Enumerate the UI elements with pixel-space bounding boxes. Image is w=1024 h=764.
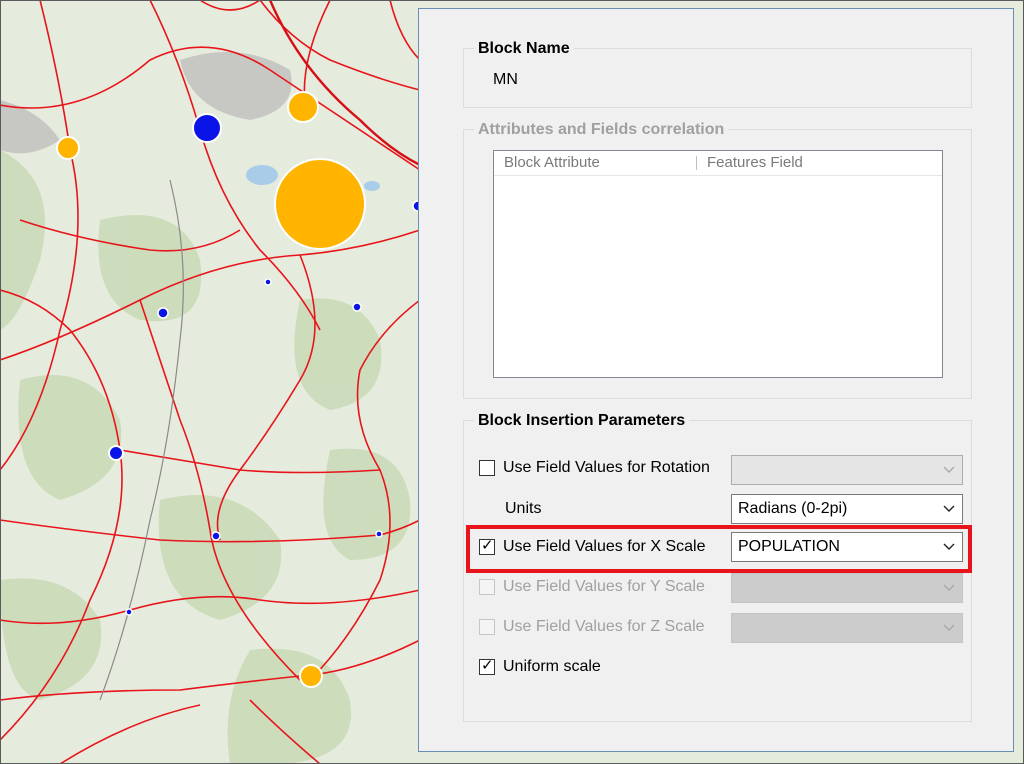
units-label: Units xyxy=(505,500,542,517)
rotation-checkbox[interactable] xyxy=(479,460,495,476)
uniform-scale-label: Uniform scale xyxy=(503,658,601,675)
z-scale-combo[interactable] xyxy=(731,613,963,643)
large-symbol xyxy=(274,158,366,250)
y-scale-label: Use Field Values for Y Scale xyxy=(503,578,705,595)
rotation-label: Use Field Values for Rotation xyxy=(503,459,710,476)
small-symbol xyxy=(264,278,272,286)
rotation-combo[interactable] xyxy=(731,455,963,485)
small-symbol xyxy=(192,113,222,143)
large-symbol xyxy=(287,91,319,123)
small-symbol xyxy=(375,530,383,538)
chevron-down-icon xyxy=(943,466,955,473)
z-scale-checkbox[interactable] xyxy=(479,619,495,635)
large-symbol xyxy=(299,664,323,688)
y-scale-checkbox[interactable] xyxy=(479,579,495,595)
checkmark-icon: ✓ xyxy=(481,657,494,674)
units-combo-value: Radians (0-2pi) xyxy=(738,500,848,517)
small-symbol xyxy=(157,307,169,319)
attributes-listview[interactable]: Block Attribute Features Field xyxy=(493,150,943,378)
small-symbol xyxy=(352,302,362,312)
small-symbol xyxy=(211,531,221,541)
column-block-attribute[interactable]: Block Attribute xyxy=(494,155,697,170)
small-symbol xyxy=(108,445,124,461)
block-name-title: Block Name xyxy=(474,39,574,59)
chevron-down-icon xyxy=(943,624,955,631)
block-name-value: MN xyxy=(493,71,518,88)
chevron-down-icon xyxy=(943,584,955,591)
units-combo[interactable]: Radians (0-2pi) xyxy=(731,494,963,524)
highlight-box xyxy=(466,525,972,573)
column-features-field[interactable]: Features Field xyxy=(697,151,803,175)
uniform-scale-checkbox[interactable]: ✓ xyxy=(479,657,495,675)
y-scale-combo[interactable] xyxy=(731,573,963,603)
small-symbol xyxy=(125,608,133,616)
attributes-title: Attributes and Fields correlation xyxy=(474,120,729,140)
z-scale-label: Use Field Values for Z Scale xyxy=(503,618,705,635)
listview-header: Block Attribute Features Field xyxy=(494,151,942,176)
chevron-down-icon xyxy=(943,505,955,512)
block-name-group: Block Name xyxy=(463,39,972,108)
insertion-title: Block Insertion Parameters xyxy=(474,411,690,431)
large-symbol xyxy=(56,136,80,160)
